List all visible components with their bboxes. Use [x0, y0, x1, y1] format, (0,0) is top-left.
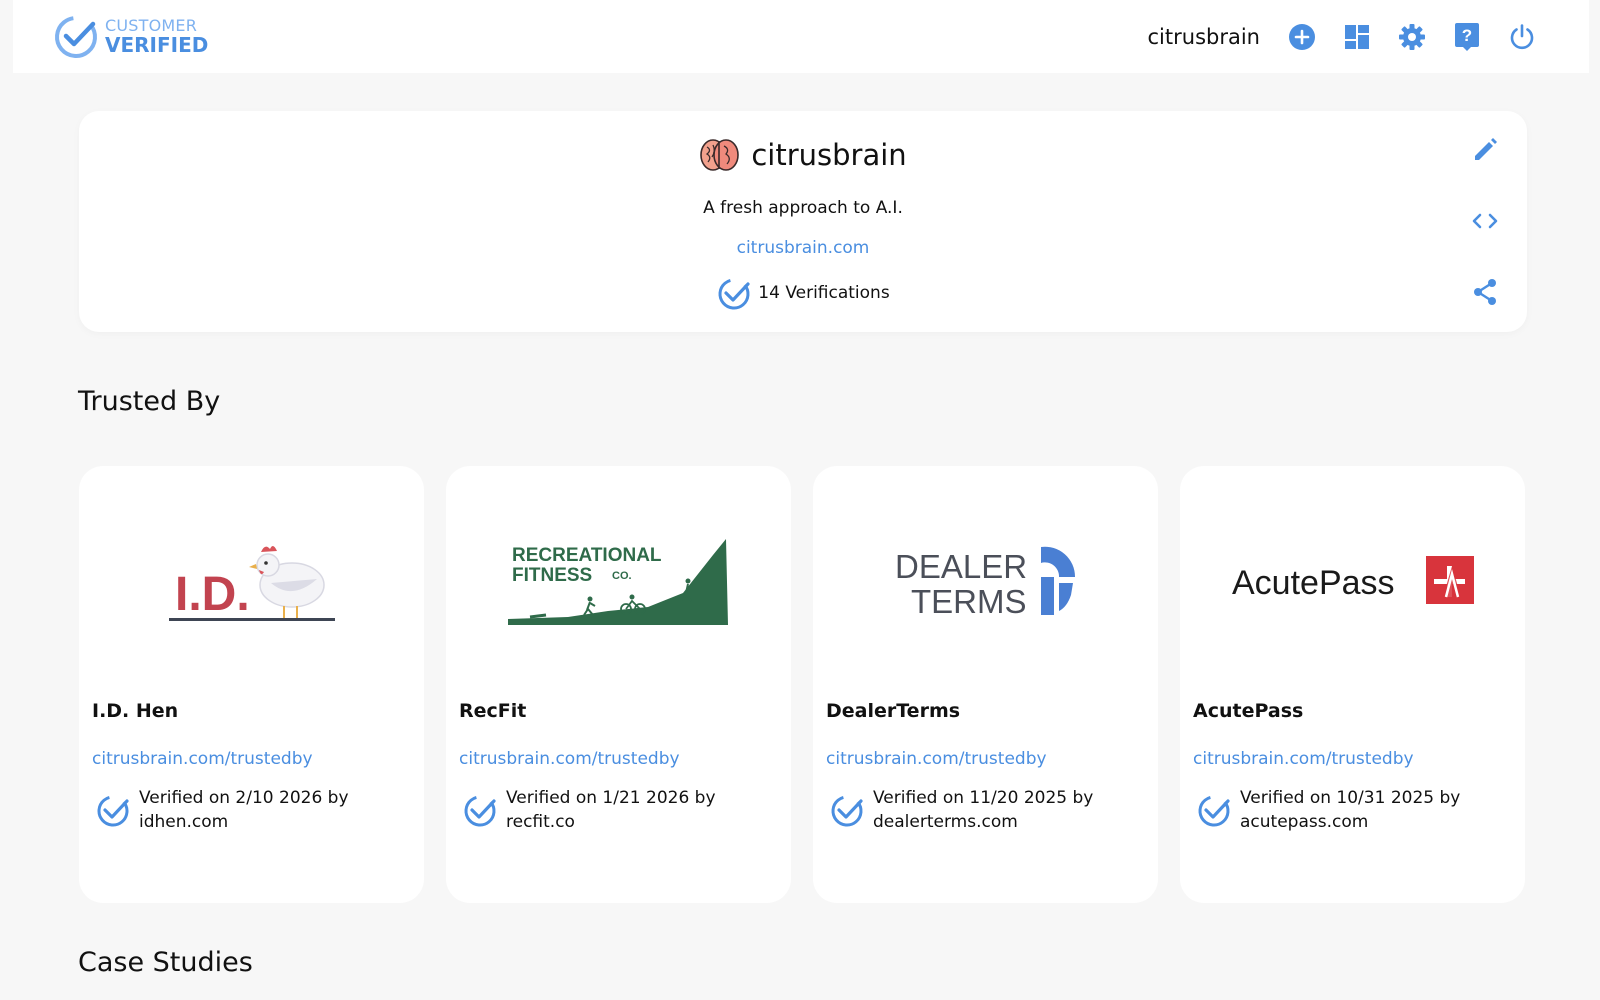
svg-text:TERMS: TERMS: [911, 583, 1027, 617]
edit-icon: [1475, 138, 1497, 160]
trusted-card-idhen[interactable]: I.D. I.D. Hen citrusbrain.com/trustedby …: [79, 466, 424, 903]
verified-date-line: Verified on 1/21 2026 by: [506, 788, 716, 808]
verified-date-line: Verified on 10/31 2025 by: [1240, 788, 1461, 808]
card-company-name: I.D. Hen: [92, 700, 179, 722]
case-studies-heading: Case Studies: [78, 947, 253, 978]
dashboard-icon: [1344, 24, 1369, 49]
profile-tagline: A fresh approach to A.I.: [703, 198, 903, 218]
embed-code-button[interactable]: [1465, 201, 1505, 241]
gear-icon: [1398, 23, 1425, 50]
edit-button[interactable]: [1465, 130, 1505, 170]
verified-by-line: dealerterms.com: [873, 812, 1018, 832]
verified-date-line: Verified on 2/10 2026 by: [139, 788, 349, 808]
share-button[interactable]: [1465, 272, 1505, 312]
card-verification-text: Verified on 10/31 2025 by acutepass.com: [1240, 786, 1490, 834]
brand-logo[interactable]: CUSTOMER VERIFIED: [53, 14, 208, 60]
code-icon: [1472, 213, 1498, 229]
card-trustedby-link[interactable]: citrusbrain.com/trustedby: [92, 749, 313, 769]
trusted-by-heading: Trusted By: [78, 386, 221, 417]
card-trustedby-link[interactable]: citrusbrain.com/trustedby: [1193, 749, 1414, 769]
profile-name: citrusbrain: [751, 138, 907, 172]
share-icon: [1474, 279, 1496, 305]
profile-website-link[interactable]: citrusbrain.com: [79, 238, 1527, 258]
nav-actions: citrusbrain ?: [1148, 12, 1549, 62]
card-verification: Verified on 11/20 2025 by dealerterms.co…: [829, 786, 1123, 834]
card-verification-text: Verified on 11/20 2025 by dealerterms.co…: [873, 786, 1123, 834]
logout-button[interactable]: [1494, 12, 1549, 62]
card-verification-text: Verified on 2/10 2026 by idhen.com: [139, 786, 389, 834]
svg-text:FITNESS: FITNESS: [512, 565, 592, 586]
help-icon: ?: [1454, 22, 1479, 51]
trusted-card-recfit[interactable]: RECREATIONAL FITNESS CO. RecFit citrusbr…: [446, 466, 791, 903]
username-label: citrusbrain: [1147, 24, 1260, 49]
svg-text:I.D.: I.D.: [175, 568, 250, 621]
check-circle-icon: [718, 278, 750, 310]
power-icon: [1510, 23, 1533, 49]
brand-top-text: CUSTOMER: [105, 16, 198, 35]
dealerterms-logo: DEALER TERMS: [813, 526, 1158, 636]
card-company-name: AcutePass: [1193, 700, 1304, 722]
verification-count-label: 14 Verifications: [758, 283, 890, 303]
profile-name-row: citrusbrain: [79, 137, 1527, 173]
check-circle-icon: [55, 15, 97, 58]
card-trustedby-link[interactable]: citrusbrain.com/trustedby: [459, 749, 680, 769]
check-circle-icon: [97, 795, 129, 827]
svg-text:CO.: CO.: [612, 570, 632, 582]
check-circle-icon: [464, 795, 496, 827]
trusted-by-list: I.D. I.D. Hen citrusbrain.com/trustedby …: [79, 466, 1525, 903]
card-verification: Verified on 10/31 2025 by acutepass.com: [1196, 786, 1490, 834]
brain-icon: [700, 139, 740, 171]
card-company-name: RecFit: [459, 700, 527, 722]
help-button[interactable]: ?: [1439, 12, 1494, 62]
card-verification: Verified on 2/10 2026 by idhen.com: [95, 786, 389, 834]
trusted-card-dealerterms[interactable]: DEALER TERMS DealerTerms citrusbrain.com…: [813, 466, 1158, 903]
add-button[interactable]: [1274, 12, 1329, 62]
card-verification-text: Verified on 1/21 2026 by recfit.co: [506, 786, 756, 834]
profile-card: citrusbrain A fresh approach to A.I. cit…: [79, 111, 1527, 332]
svg-text:DEALER: DEALER: [895, 548, 1027, 585]
acutepass-logo: AcutePass: [1180, 526, 1525, 636]
recfit-logo: RECREATIONAL FITNESS CO.: [446, 526, 791, 636]
trusted-card-acutepass[interactable]: AcutePass AcutePass citrusbrain.com/trus…: [1180, 466, 1525, 903]
verified-by-line: acutepass.com: [1240, 812, 1369, 832]
card-verification: Verified on 1/21 2026 by recfit.co: [462, 786, 756, 834]
verification-count[interactable]: 14 Verifications: [79, 275, 1527, 311]
verified-date-line: Verified on 11/20 2025 by: [873, 788, 1094, 808]
dashboard-button[interactable]: [1329, 12, 1384, 62]
top-navigation-bar: CUSTOMER VERIFIED citrusbrain ?: [13, 0, 1589, 73]
svg-text:RECREATIONAL: RECREATIONAL: [512, 545, 662, 566]
brand-bottom-text: VERIFIED: [105, 33, 209, 57]
svg-text:?: ?: [1461, 26, 1471, 45]
svg-text:AcutePass: AcutePass: [1232, 564, 1395, 602]
verified-by-line: recfit.co: [506, 812, 575, 832]
card-trustedby-link[interactable]: citrusbrain.com/trustedby: [826, 749, 1047, 769]
add-circle-icon: [1288, 23, 1315, 50]
settings-button[interactable]: [1384, 12, 1439, 62]
check-circle-icon: [831, 795, 863, 827]
verified-by-line: idhen.com: [139, 812, 229, 832]
check-circle-icon: [1198, 795, 1230, 827]
card-company-name: DealerTerms: [826, 700, 961, 722]
idhen-logo: I.D.: [79, 526, 424, 636]
brand-text: CUSTOMER VERIFIED: [105, 16, 209, 57]
